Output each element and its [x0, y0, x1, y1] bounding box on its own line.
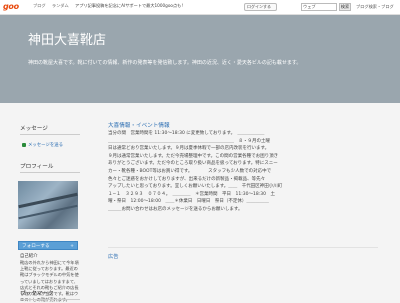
follow-button[interactable]: フォローする +	[18, 241, 78, 250]
news-line: 色々とご迷惑をおかけしておりますが、出来るだけの新製品・掲載品、等先々	[108, 176, 266, 182]
follow-label: フォローする	[22, 244, 50, 249]
profile-photo	[18, 181, 78, 229]
ad-label: 広告	[108, 254, 119, 260]
news-heading[interactable]: 大喜情報・イベント情報	[108, 121, 170, 129]
news-line: カー・靴各種・BOOT等はお買い得です。 スタッフも少人数での対応中で	[108, 168, 272, 174]
news-line: ＿＿＿＿＿＿＿＿＿＿＿＿＿＿＿＿＿＿＿＿＿＿＿＿＿＿＿＿ ８・９月の土曜	[108, 138, 270, 144]
message-heading: メッセージ	[20, 124, 80, 135]
goo-logo[interactable]: goo	[3, 2, 19, 11]
blog-title[interactable]: 神田大喜靴店	[28, 29, 106, 48]
news-line: １−１ ３２９３ ０７０４。 ＿＿＿＿ ＊営業時間 平日 11:30〜18:30…	[108, 191, 275, 197]
nav-promo-link[interactable]: アプリ記事投稿を記念にAIサポートで最大1000goo点も!	[75, 3, 183, 8]
plus-icon: +	[70, 244, 74, 249]
news-line: 曜・祭日 12:00〜18:00 ＿＿＊休業日 日曜日 祭日（不定休）＿＿＿＿＿	[108, 199, 269, 205]
send-message-label: メッセージを送る	[28, 143, 64, 148]
news-line: 当分の間 営業時間を 11:30〜18:30 に変更致しております。 ＿＿＿＿＿…	[108, 131, 265, 136]
divider	[108, 247, 378, 248]
blog-description: 神田の靴屋大喜です。靴に付いての情報、新作の発表等を発信致します。神田の近況、近…	[28, 60, 302, 66]
profile-name: 自己紹介	[20, 254, 38, 259]
top-navigation-bar: goo ブログ ランダム アプリ記事投稿を記念にAIサポートで最大1000goo…	[0, 0, 400, 15]
send-message-link[interactable]: メッセージを送る	[22, 142, 63, 148]
top-nav: ブログ ランダム アプリ記事投稿を記念にAIサポートで最大1000goo点も!	[33, 3, 188, 9]
bookmark-heading: ブックマーク	[20, 289, 80, 300]
blog-search-link[interactable]: ブログ検索・ブログ	[356, 3, 394, 11]
news-line: ＿＿＿お問い合わせはお店のメッセージを送るからお願いします。	[108, 206, 243, 212]
news-line: ９月は通常営業いたします。ただ今売場整理中です。この間の営業各種でお困り頂き	[108, 153, 279, 159]
news-body: 当分の間 営業時間を 11:30〜18:30 に変更致しております。 ＿＿＿＿＿…	[108, 130, 378, 214]
search-button[interactable]: 検索	[339, 3, 351, 11]
nav-item-random[interactable]: ランダム	[52, 3, 69, 8]
search-scope-select[interactable]: ウェブ	[303, 3, 316, 11]
news-line: 日は通常どおり営業いたします。９月は夏季休暇で一部の店内改装を行います。	[108, 146, 270, 152]
news-line: アップしたいと思っております。宜しくお願いいたします。＿＿ 千代田区神田小川町	[108, 184, 283, 190]
news-line: ありがとうございます。ただ今のところ取り扱い商品を扱っております。特にスニー	[108, 161, 278, 167]
blog-header: 神田大喜靴店 神田の靴屋大喜です。靴に付いての情報、新作の発表等を発信致します。…	[0, 15, 400, 103]
photo-detail	[18, 204, 78, 220]
profile-heading: プロフィール	[20, 162, 80, 173]
nav-item-blog[interactable]: ブログ	[33, 3, 46, 8]
login-button[interactable]: ログインする	[244, 3, 277, 11]
message-icon	[22, 142, 26, 147]
